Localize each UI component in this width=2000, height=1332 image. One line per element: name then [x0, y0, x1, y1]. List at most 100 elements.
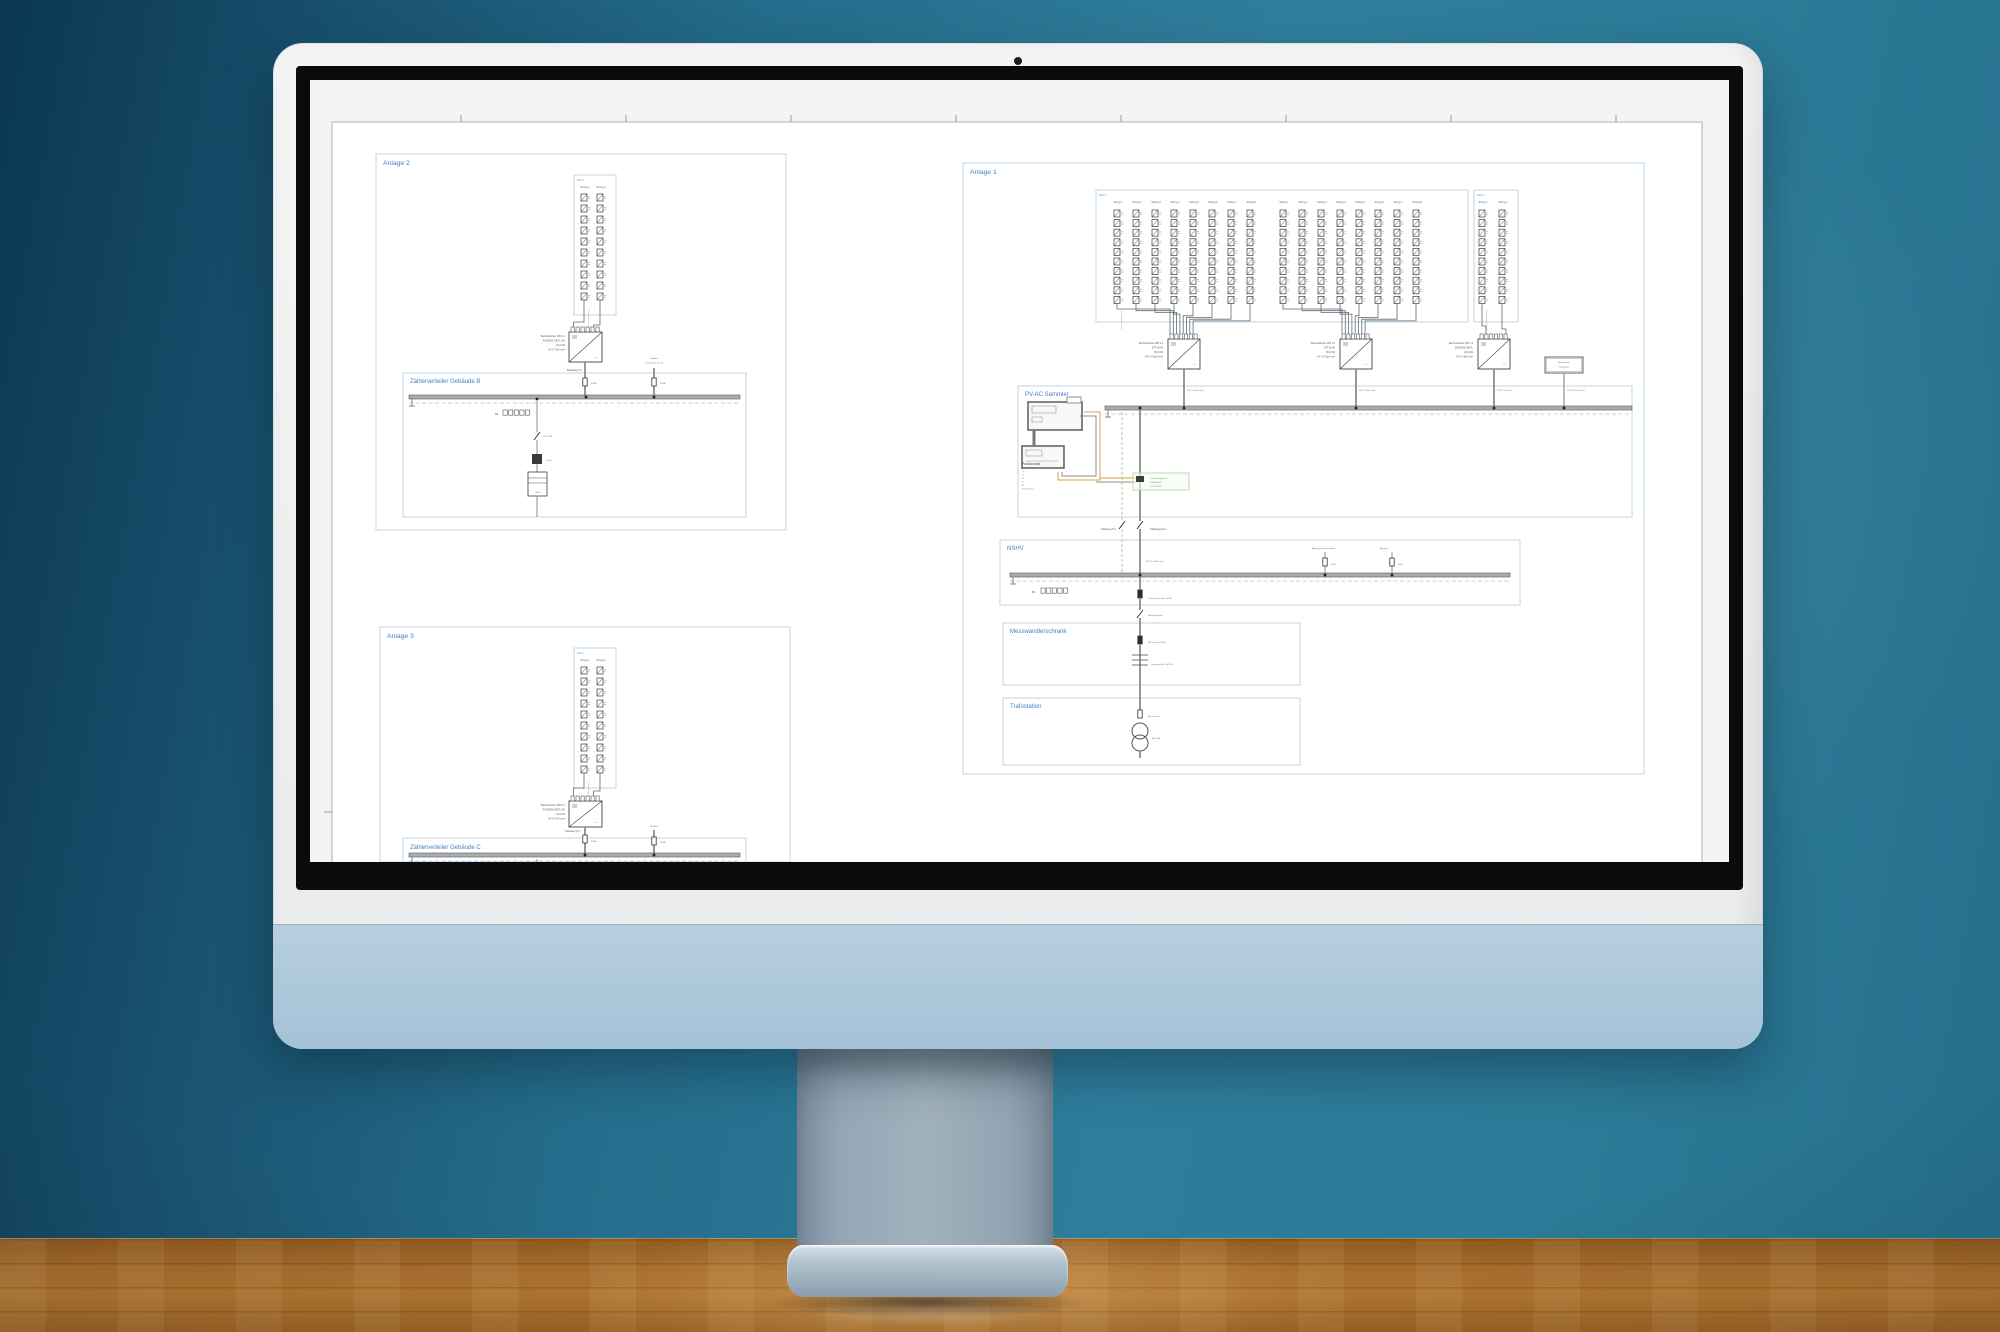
controller-legend: Modbus RTU — [1022, 489, 1034, 491]
wr12-note: STP 50-40 — [1324, 347, 1336, 350]
dc-terminal — [1189, 334, 1192, 339]
a1-roof2-label: Dach 2 — [1477, 194, 1485, 197]
dc-terminal — [576, 796, 579, 801]
anlage1-label: Anlage 1 — [970, 169, 997, 176]
fre-box — [1545, 357, 1583, 373]
string-column-label: String 8 — [1246, 200, 1256, 204]
pe-terminal — [514, 410, 518, 415]
nshv-breaker-label: Leistungsschalter 250 A — [1148, 597, 1172, 600]
junction-dot — [1563, 407, 1566, 410]
meter-switch-label: SLS 35 A — [543, 435, 553, 438]
lastmanagement-note: P ≤ 135 kW — [1150, 485, 1162, 488]
dc-terminal — [1170, 334, 1173, 339]
abgang1-fuse-label: 63 A — [1331, 563, 1336, 566]
schematic-graphics: String 1 String 2 2x Solarkabel 6 mm² Strin… — [324, 115, 1702, 862]
messwandlerschrank-label: Messwandlerschrank — [1010, 629, 1067, 635]
lastmanagement-note: EZA-Regler — [1150, 481, 1162, 484]
abgang2-label: Abgang — [1380, 547, 1388, 550]
dc-terminal — [1347, 334, 1350, 339]
zv-gebaeude-b-label: Zählerverteiler Gebäude B — [410, 379, 480, 385]
string-column-label: String 1 — [1279, 200, 1289, 204]
fuse-symbol — [1390, 558, 1394, 566]
string-column-label: String 2 — [1298, 200, 1308, 204]
wallbox-label: Wallbox — [650, 358, 659, 360]
string-cable-note: 2x Solarkabel 6 mm² — [1485, 310, 1488, 330]
junction-dot — [585, 396, 588, 399]
lastmanagement-note: Lastmanagement — [1150, 477, 1167, 480]
pe-terminal — [509, 410, 513, 415]
wr13-note: SUN2000-20KTL — [1455, 347, 1474, 350]
dc-terminal — [1356, 334, 1359, 339]
a3-cable-run-label: Kabelweg 5 m — [565, 830, 580, 833]
wr12-note: Wechselrichter WR 1.2 — [1311, 342, 1336, 345]
anlage3-label: Anlage 3 — [387, 633, 414, 640]
dc-terminal — [591, 327, 594, 332]
string-column-label: String 4 — [1170, 200, 1180, 204]
string-column-label: String 6 — [1374, 200, 1384, 204]
wr12-note: 50,0 kW — [1326, 351, 1336, 354]
dc-terminal — [1485, 334, 1488, 339]
measuring-point-symbol — [1136, 476, 1144, 482]
string-column-label: String 5 — [1189, 200, 1199, 204]
a2-fuse-label: B25A — [591, 382, 597, 385]
junction-dot — [536, 398, 539, 401]
junction-dot — [1324, 574, 1327, 577]
wr11-note: STP 50-40 — [1152, 347, 1164, 350]
busbar — [1010, 573, 1510, 577]
dc-terminal — [1366, 334, 1369, 339]
a2-inverter-note: SUN2000-10KTL-M1 — [543, 340, 566, 343]
fre-drop-label: NYM-J 5x1,5 mm² — [1567, 389, 1585, 392]
junction-dot — [1183, 407, 1186, 410]
wr13-note: NYY-J 5x6 mm² — [1456, 356, 1473, 359]
pe-terminal — [1047, 588, 1051, 593]
anlage2-label: Anlage 2 — [383, 160, 410, 167]
junction-dot — [653, 854, 656, 857]
string-column-label: String 2 — [1132, 200, 1142, 204]
dc-terminal — [581, 796, 584, 801]
a3-inverter-note: 10,0 kW — [556, 813, 566, 816]
a3-roof-label: Dach 1 — [577, 652, 585, 655]
wallbox-fuse-label: B16A — [660, 382, 666, 385]
fuse-symbol — [1138, 636, 1142, 644]
wr13-drop-label: NYY-J 5x6 mm² — [1497, 389, 1513, 392]
dc-terminal — [1180, 334, 1183, 339]
fuse-symbol — [652, 378, 656, 386]
fuse-symbol — [1323, 558, 1327, 566]
wr11-note: 50,0 kW — [1154, 351, 1164, 354]
string-column-label: String 2 — [596, 185, 606, 189]
junction-dot — [653, 396, 656, 399]
wallbox-label: Ladestation 11 kW — [645, 362, 664, 365]
wr13-note: 20,0 kW — [1464, 351, 1474, 354]
controller-module — [1067, 397, 1081, 403]
camera-icon — [1014, 57, 1022, 65]
nshv-feed-label: NYY-J 4x240 mm² — [1146, 560, 1164, 563]
string-column-label: String 3 — [1317, 200, 1327, 204]
abgang2-fuse-label: 35 A — [1398, 563, 1403, 566]
wr11-note: NYY-J 5x16 mm² — [1145, 356, 1163, 359]
fuse-symbol — [652, 837, 656, 845]
fuse-symbol — [1138, 590, 1142, 598]
string-column-label: String 1 — [580, 185, 590, 189]
controller-device-label: ProAccumax — [1022, 462, 1040, 466]
string-column-label: String 1 — [1113, 200, 1123, 204]
uebergabe-label: Übergabestelle — [1148, 614, 1163, 617]
imac-stand-neck — [797, 1049, 1053, 1249]
string-column-label: String 1 — [580, 658, 590, 662]
a3-inverter-note: Wechselrichter WR 3.1 — [541, 804, 566, 807]
dc-terminal — [1480, 334, 1483, 339]
meter-symbol — [532, 454, 542, 464]
dc-terminal — [586, 327, 589, 332]
junction-dot — [1355, 407, 1358, 410]
electrical-single-line-diagram: String 1 String 2 2x Solarkabel 6 mm² Strin… — [310, 80, 1729, 862]
a3-fuse-label: B25A — [591, 840, 597, 843]
dc-terminal — [571, 796, 574, 801]
junction-dot — [584, 854, 587, 857]
dc-terminal — [581, 327, 584, 332]
a3-inverter-note: SUN2000-10KTL-M1 — [543, 809, 566, 812]
dc-terminal — [1184, 334, 1187, 339]
dc-terminal — [1361, 334, 1364, 339]
wr12-drop-label: NYY-J 5x16 mm² — [1359, 389, 1376, 392]
pe-label: PE — [495, 413, 499, 416]
string-column-label: String 8 — [1412, 200, 1422, 204]
string-column-label: String 6 — [1208, 200, 1218, 204]
